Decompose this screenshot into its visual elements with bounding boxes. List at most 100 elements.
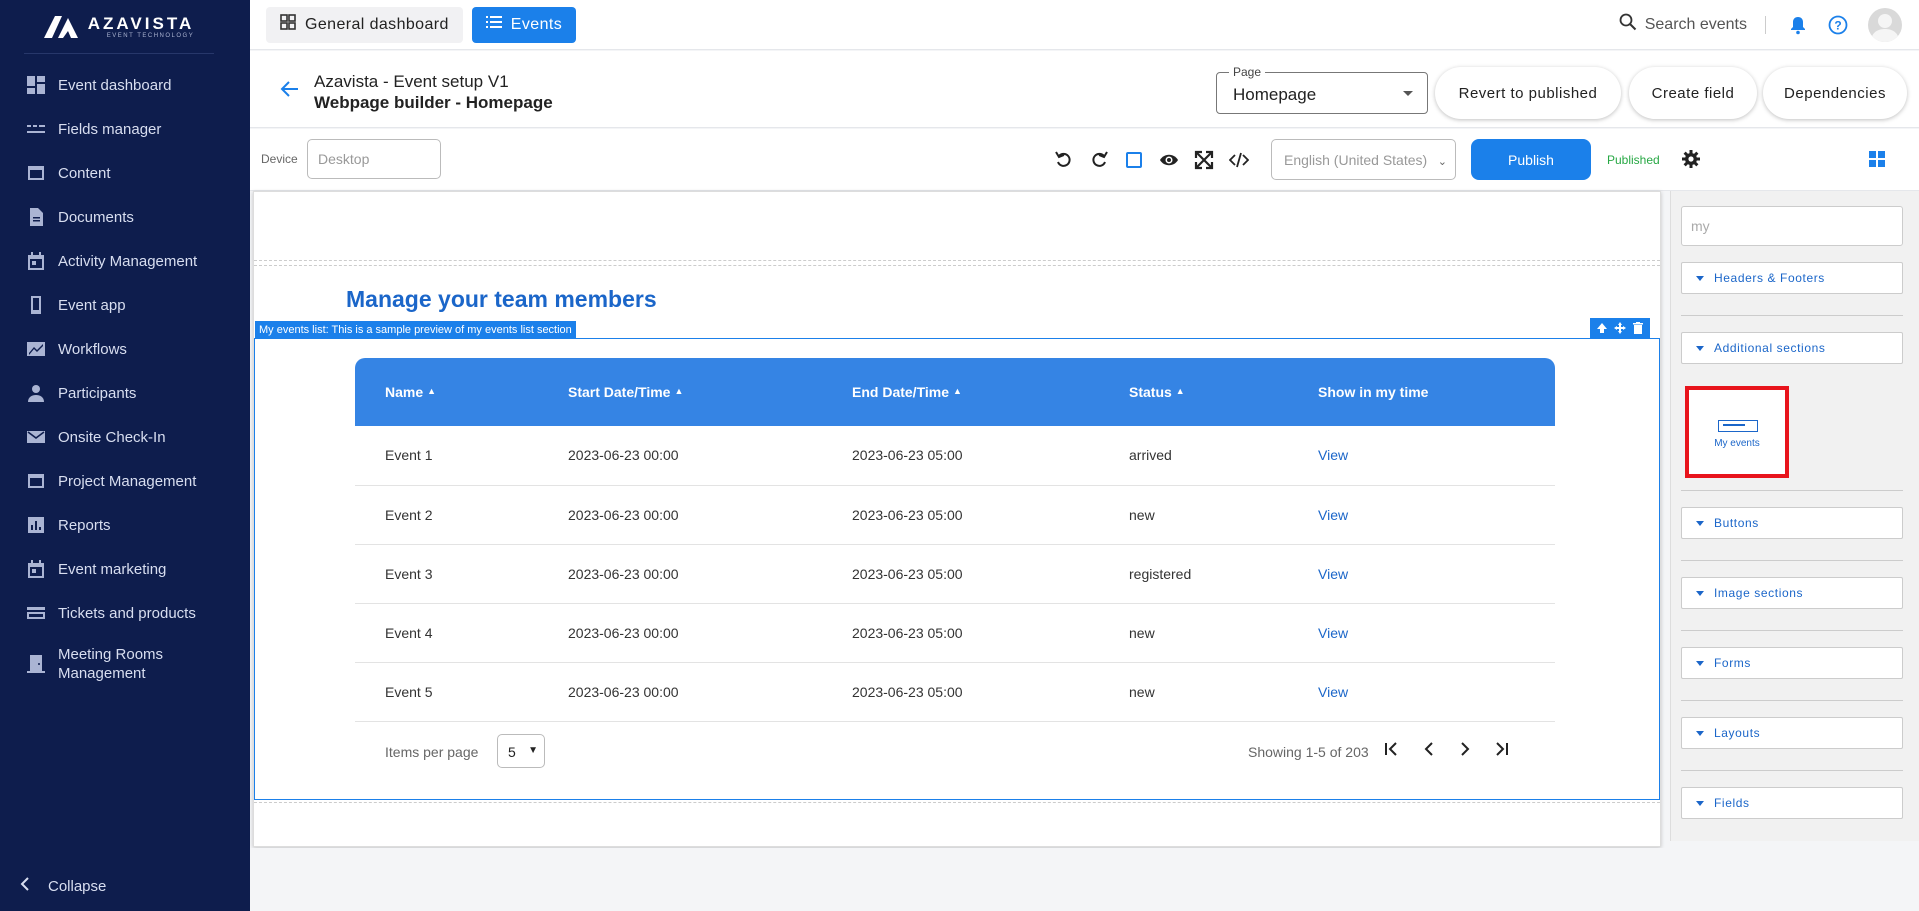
cell-name: Event 4 — [355, 603, 538, 663]
language-select[interactable]: English (United States) ⌄ — [1271, 139, 1456, 180]
dependencies-button[interactable]: Dependencies — [1763, 67, 1907, 119]
azavista-logo-icon — [43, 15, 80, 38]
category-buttons[interactable]: Buttons — [1681, 507, 1903, 539]
first-page-icon[interactable] — [1383, 740, 1401, 758]
category-image-sections[interactable]: Image sections — [1681, 577, 1903, 609]
sort-icon[interactable]: ▲︎ — [1176, 386, 1185, 396]
project-icon — [26, 472, 46, 490]
sidebar-item-meeting-rooms-management[interactable]: Meeting Rooms Management — [0, 635, 250, 693]
section-divider — [254, 260, 1660, 261]
sort-icon[interactable]: ▲︎ — [953, 386, 962, 396]
column-header-name[interactable]: Name ▲︎ — [355, 358, 538, 426]
builder-toolbar: Device Desktop English (United States) ⌄… — [250, 129, 1919, 191]
redo-icon[interactable] — [1089, 150, 1109, 170]
sidebar-item-content[interactable]: Content — [0, 151, 250, 195]
view-link[interactable]: View — [1318, 447, 1348, 463]
tab-events[interactable]: Events — [471, 6, 577, 43]
section-tag: My events list: This is a sample preview… — [255, 321, 576, 339]
sidebar-item-onsite-check-in[interactable]: Onsite Check-In — [0, 415, 250, 459]
brand-logo[interactable]: AZAVISTA EVENT TECHNOLOGY — [24, 0, 214, 54]
sort-icon[interactable]: ▲︎ — [674, 386, 683, 396]
cell-end: 2023-06-23 05:00 — [822, 603, 1099, 663]
view-link[interactable]: View — [1318, 684, 1348, 700]
sidebar-item-event-app[interactable]: Event app — [0, 283, 250, 327]
divider — [1681, 770, 1903, 771]
divider — [1765, 15, 1766, 34]
sidebar-item-workflows[interactable]: Workflows — [0, 327, 250, 371]
column-header-status[interactable]: Status ▲︎ — [1099, 358, 1288, 426]
page-select[interactable]: Page Homepage — [1216, 65, 1428, 114]
create-field-button[interactable]: Create field — [1629, 67, 1757, 119]
category-additional-sections[interactable]: Additional sections — [1681, 332, 1903, 364]
column-header-start[interactable]: Start Date/Time ▲︎ — [538, 358, 822, 426]
device-select[interactable]: Desktop — [307, 139, 441, 179]
avatar[interactable] — [1868, 7, 1902, 42]
section-heading[interactable]: Manage your team members — [346, 286, 657, 313]
sort-icon[interactable]: ▲︎ — [427, 386, 436, 396]
next-page-icon[interactable] — [1456, 740, 1474, 758]
top-bar: General dashboard Events Search events ? — [250, 0, 1919, 50]
door-icon — [26, 655, 46, 673]
table-pager: Items per page 5 ▼︎ Showing 1-5 of 203 — [355, 722, 1555, 780]
category-fields[interactable]: Fields — [1681, 787, 1903, 819]
table-row: Event 3 2023-06-23 00:00 2023-06-23 05:0… — [355, 544, 1555, 604]
category-headers-footers[interactable]: Headers & Footers — [1681, 262, 1903, 294]
settings-gear-icon[interactable] — [1681, 149, 1701, 169]
sidebar-item-tickets-and-products[interactable]: Tickets and products — [0, 591, 250, 635]
category-forms[interactable]: Forms — [1681, 647, 1903, 679]
brand-name: AZAVISTA — [87, 14, 195, 33]
help-icon[interactable]: ? — [1828, 15, 1848, 35]
sidebar-item-event-dashboard[interactable]: Event dashboard — [0, 63, 250, 107]
view-link[interactable]: View — [1318, 507, 1348, 523]
last-page-icon[interactable] — [1492, 740, 1510, 758]
revert-to-published-button[interactable]: Revert to published — [1435, 67, 1621, 119]
page-footer-area — [250, 848, 1919, 911]
blocks-grid-icon[interactable] — [1867, 149, 1887, 169]
workflow-icon — [26, 340, 46, 358]
cell-name: Event 5 — [355, 662, 538, 722]
column-header-end[interactable]: End Date/Time ▲︎ — [822, 358, 1099, 426]
cell-end: 2023-06-23 05:00 — [822, 485, 1099, 545]
sidebar-item-documents[interactable]: Documents — [0, 195, 250, 239]
arrow-up-icon[interactable] — [1595, 321, 1609, 335]
sidebar-item-project-management[interactable]: Project Management — [0, 459, 250, 503]
dropdown-arrow-icon — [1403, 91, 1413, 96]
previous-page-icon[interactable] — [1420, 740, 1438, 758]
page-header: Azavista - Event setup V1 Webpage builde… — [250, 51, 1919, 128]
language-select-value: English (United States) — [1284, 152, 1428, 168]
bell-icon[interactable] — [1788, 15, 1808, 35]
view-link[interactable]: View — [1318, 566, 1348, 582]
category-layouts[interactable]: Layouts — [1681, 717, 1903, 749]
chevron-down-icon: ⌄ — [1437, 156, 1447, 168]
undo-icon[interactable] — [1054, 150, 1074, 170]
table-header-row: Name ▲︎ Start Date/Time ▲︎ End Date/Time ▲︎… — [355, 358, 1555, 426]
publish-button[interactable]: Publish — [1471, 139, 1591, 180]
outline-toggle-icon[interactable] — [1124, 150, 1144, 170]
move-icon[interactable] — [1613, 321, 1627, 335]
sidebar: AZAVISTA EVENT TECHNOLOGY Event dashboar… — [0, 0, 250, 911]
tab-general-dashboard[interactable]: General dashboard — [266, 6, 463, 43]
collapse-label: Collapse — [48, 877, 107, 895]
caret-down-icon — [1696, 660, 1704, 666]
blocks-search-input[interactable]: my — [1681, 206, 1903, 246]
sidebar-item-activity-management[interactable]: Activity Management — [0, 239, 250, 283]
preview-eye-icon[interactable] — [1159, 150, 1179, 170]
brand-tagline: EVENT TECHNOLOGY — [106, 33, 195, 39]
caret-down-icon — [1696, 730, 1704, 736]
trash-icon[interactable] — [1631, 321, 1645, 335]
sidebar-item-reports[interactable]: Reports — [0, 503, 250, 547]
my-events-block[interactable]: My events — [1685, 386, 1789, 478]
sidebar-item-fields-manager[interactable]: Fields manager — [0, 107, 250, 151]
search-events-button[interactable]: Search events — [1619, 13, 1747, 36]
content-icon — [26, 164, 46, 182]
cell-start: 2023-06-23 00:00 — [538, 662, 822, 722]
code-icon[interactable] — [1228, 150, 1250, 170]
fullscreen-icon[interactable] — [1194, 150, 1214, 170]
sidebar-item-event-marketing[interactable]: Event marketing — [0, 547, 250, 591]
view-link[interactable]: View — [1318, 625, 1348, 641]
items-per-page-select[interactable]: 5 ▼︎ — [497, 733, 545, 768]
sidebar-item-participants[interactable]: Participants — [0, 371, 250, 415]
back-arrow-icon[interactable] — [280, 79, 300, 99]
cell-status: new — [1099, 662, 1288, 722]
collapse-button[interactable]: Collapse — [20, 877, 106, 895]
